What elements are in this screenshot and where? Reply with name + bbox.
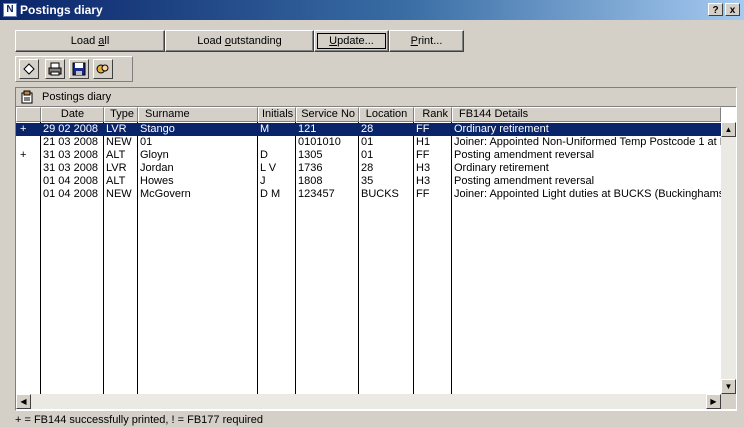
cell-flag: + (20, 149, 27, 161)
cell-surname: Gloyn (140, 149, 169, 161)
cell-rank: H3 (416, 162, 431, 174)
cell-surname: Stango (140, 123, 175, 135)
cell-surname: 01 (140, 136, 153, 148)
grid-body: +29 02 2008 LVR Stango M 121 28 FF Ordinary ret… (16, 122, 721, 394)
cell-surname: Howes (140, 175, 174, 187)
diary-icon (20, 90, 34, 104)
cell-type: ALT (106, 175, 126, 187)
cell-type: NEW (106, 136, 132, 148)
cell-initials: J (260, 175, 266, 187)
save-icon[interactable] (69, 59, 89, 79)
cell-location: 01 (361, 136, 374, 148)
column-header-rank[interactable]: Rank (414, 107, 452, 122)
cell-location: 28 (361, 123, 374, 135)
cell-fb144-details: Posting amendment reversal (454, 175, 595, 187)
title-bar[interactable]: N Postings diary ? x (0, 0, 744, 20)
cell-initials: D (260, 149, 268, 161)
cell-flag (16, 136, 40, 149)
cell-rank: FF (416, 123, 430, 135)
cell-rank: H3 (416, 175, 431, 187)
window-title: Postings diary (20, 3, 103, 17)
column-header-flag[interactable] (16, 107, 41, 122)
cell-service-no: 1736 (298, 162, 323, 174)
cell-fb144-details: Joiner: Appointed Light duties at BUCKS … (454, 188, 721, 200)
column-header-fb144-details[interactable]: FB144 Details (452, 107, 721, 122)
column-header-surname[interactable]: Surname (138, 107, 258, 122)
grid-header: Date Type Surname Initials Service No Lo… (16, 107, 721, 122)
table-row[interactable]: +31 03 2008 ALT Gloyn D 1305 01 FF Posting amen… (16, 149, 721, 162)
cell-location: BUCKS (361, 188, 399, 200)
update-button[interactable]: Update... (314, 30, 389, 52)
table-row[interactable]: 21 03 2008 NEW 01 0101010 01 H1 Joiner: Appoin… (16, 136, 721, 149)
scroll-right-button[interactable]: ▶ (706, 394, 721, 409)
table-row[interactable]: 01 04 2008 ALT Howes J 1808 35 H3 Posting amend… (16, 175, 721, 188)
cell-date: 21 03 2008 (43, 136, 99, 148)
eraser-icon[interactable] (19, 59, 39, 79)
scroll-up-button[interactable]: ▲ (721, 122, 736, 137)
column-header-type[interactable]: Type (104, 107, 138, 122)
postings-grid-panel: Postings diary Date Type Surname Initial… (15, 87, 737, 411)
cell-surname: McGovern (140, 188, 191, 200)
cell-initials: D M (260, 188, 281, 200)
cell-type: LVR (106, 162, 127, 174)
cell-fb144-details: Posting amendment reversal (454, 149, 595, 161)
column-header-initials[interactable]: Initials (258, 107, 296, 122)
cell-rank: FF (416, 149, 430, 161)
cell-date: 31 03 2008 (43, 149, 99, 161)
scroll-down-button[interactable]: ▼ (721, 379, 736, 394)
postings-diary-window: N Postings diary ? x Load all Load outst… (0, 0, 744, 427)
cell-date: 01 04 2008 (43, 175, 99, 187)
cell-surname: Jordan (140, 162, 174, 174)
load-outstanding-button[interactable]: Load outstanding (165, 30, 314, 52)
cell-fb144-details: Ordinary retirement (454, 162, 549, 174)
vertical-scrollbar[interactable]: ▲ ▼ (721, 122, 736, 394)
column-header-service-no[interactable]: Service No (296, 107, 359, 122)
cell-fb144-details: Ordinary retirement (454, 123, 549, 135)
cell-flag (16, 188, 40, 201)
cell-location: 28 (361, 162, 374, 174)
cell-initials: M (260, 123, 270, 135)
cell-initials: L V (260, 162, 277, 174)
column-header-location[interactable]: Location (359, 107, 414, 122)
cell-initials (258, 136, 295, 149)
cell-service-no: 123457 (298, 188, 335, 200)
cell-date: 29 02 2008 (43, 123, 99, 135)
cell-type: NEW (106, 188, 132, 200)
cell-service-no: 1305 (298, 149, 323, 161)
cell-location: 01 (361, 149, 374, 161)
table-row[interactable]: 31 03 2008 LVR Jordan L V 1736 28 H3 Ordinary r… (16, 162, 721, 175)
app-icon[interactable]: N (3, 3, 17, 17)
table-row[interactable]: +29 02 2008 LVR Stango M 121 28 FF Ordinary ret… (16, 123, 721, 136)
table-row[interactable]: 01 04 2008 NEW McGovern D M 123457 BUCKS FF Joi… (16, 188, 721, 201)
cell-service-no: 1808 (298, 175, 323, 187)
print-button[interactable]: Print... (389, 30, 464, 52)
cell-location: 35 (361, 175, 374, 187)
horizontal-scrollbar[interactable]: ◀ ▶ (16, 394, 721, 409)
cell-service-no: 121 (298, 123, 317, 135)
cell-type: ALT (106, 149, 126, 161)
cell-rank: H1 (416, 136, 431, 148)
grid-caption: Postings diary (16, 88, 736, 107)
help-button[interactable]: ? (708, 3, 723, 16)
cell-date: 01 04 2008 (43, 188, 99, 200)
cell-date: 31 03 2008 (43, 162, 99, 174)
cell-flag (16, 162, 40, 175)
scroll-left-button[interactable]: ◀ (16, 394, 31, 409)
column-header-date[interactable]: Date (41, 107, 104, 122)
status-legend: + = FB144 successfully printed, ! = FB17… (15, 414, 263, 426)
cell-type: LVR (106, 123, 127, 135)
cell-flag: + (20, 123, 27, 135)
toolbar (15, 56, 133, 82)
load-all-button[interactable]: Load all (15, 30, 165, 52)
cell-service-no: 0101010 (298, 136, 341, 148)
attach-icon[interactable] (93, 59, 113, 79)
cell-rank: FF (416, 188, 430, 200)
close-button[interactable]: x (725, 3, 740, 16)
cell-fb144-details: Joiner: Appointed Non-Uniformed Temp Pos… (454, 136, 721, 148)
scrollbar-corner (721, 394, 736, 409)
cell-flag (16, 175, 40, 188)
printer-icon[interactable] (45, 59, 65, 79)
grid-title: Postings diary (42, 91, 112, 103)
